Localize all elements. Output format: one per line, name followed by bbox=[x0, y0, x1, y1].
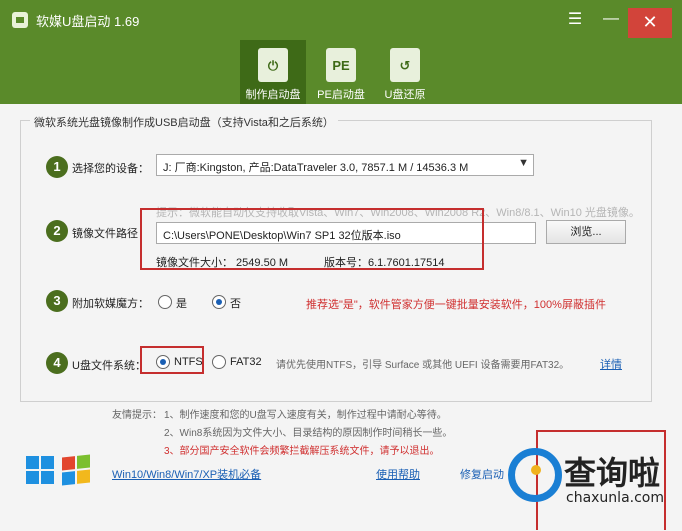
addon-no-label: 否 bbox=[230, 298, 241, 310]
step-2-badge: 2 bbox=[46, 220, 68, 242]
usb-power-icon: ⏻ bbox=[258, 48, 288, 82]
tab-pe-boot-disk[interactable]: PE PE启动盘 bbox=[308, 40, 374, 104]
window-title: 软媒U盘启动 1.69 bbox=[36, 14, 140, 29]
browse-button[interactable]: 浏览... bbox=[546, 220, 626, 244]
tab-label: PE启动盘 bbox=[317, 89, 365, 101]
app-logo-icon bbox=[12, 12, 28, 28]
tab-bar: ⏻ 制作启动盘 PE PE启动盘 ↺ U盘还原 bbox=[0, 40, 682, 104]
watermark-name: 查询啦 bbox=[564, 454, 661, 492]
tab-label: 制作启动盘 bbox=[245, 89, 301, 101]
fat32-radio[interactable] bbox=[212, 355, 226, 369]
filesystem-label: U盘文件系统： bbox=[72, 360, 146, 372]
addon-label: 附加软媒魔方： bbox=[72, 298, 149, 310]
addon-yes-radio[interactable] bbox=[158, 295, 172, 309]
pe-usb-icon: PE bbox=[326, 48, 356, 82]
tip-line-1: 1、制作速度和您的U盘写入速度有关，制作过程中请耐心等待。 bbox=[164, 410, 447, 421]
windows-install-link[interactable]: Win10/Win8/Win7/XP装机必备 bbox=[112, 466, 261, 482]
addon-yes-label: 是 bbox=[176, 298, 187, 310]
fat32-label: FAT32 bbox=[230, 356, 262, 368]
group-title: 微软系统光盘镜像制作成USB启动盘（支持Vista和之后系统） bbox=[30, 114, 338, 130]
windows-8-logo-icon bbox=[26, 456, 54, 484]
addon-no-radio[interactable] bbox=[212, 295, 226, 309]
image-path-label: 镜像文件路径 bbox=[72, 228, 138, 240]
minimize-button[interactable]: — bbox=[596, 10, 626, 32]
step-4-badge: 4 bbox=[46, 352, 68, 374]
repair-boot-link[interactable]: 修复启动 bbox=[460, 466, 504, 482]
tips-title: 友情提示： bbox=[112, 410, 162, 421]
highlight-box-ntfs bbox=[140, 346, 204, 374]
tab-make-boot-disk[interactable]: ⏻ 制作启动盘 bbox=[240, 40, 306, 104]
step-3-badge: 3 bbox=[46, 290, 68, 312]
watermark-url: chaxunla.com bbox=[566, 490, 664, 506]
step-1-badge: 1 bbox=[46, 156, 68, 178]
usb-restore-icon: ↺ bbox=[390, 48, 420, 82]
device-label: 选择您的设备： bbox=[72, 163, 149, 175]
device-select[interactable]: J: 厂商:Kingston, 产品:DataTraveler 3.0, 785… bbox=[156, 154, 534, 176]
help-link[interactable]: 使用帮助 bbox=[376, 466, 420, 482]
highlight-box-path bbox=[140, 208, 484, 270]
details-link[interactable]: 详情 bbox=[600, 356, 622, 372]
tip-line-3: 3、部分国产安全软件会频繁拦截解压系统文件，请予以退出。 bbox=[164, 446, 440, 457]
windows-7-logo-icon bbox=[62, 454, 90, 486]
chevron-down-icon: ▼ bbox=[518, 157, 529, 169]
close-button[interactable]: ✕ bbox=[628, 8, 672, 38]
tip-line-2: 2、Win8系统因为文件大小、目录结构的原因制作时间稍长一些。 bbox=[164, 428, 453, 439]
title-bar: 软媒U盘启动 1.69 ☰ — ✕ bbox=[0, 0, 682, 40]
device-select-value: J: 厂商:Kingston, 产品:DataTraveler 3.0, 785… bbox=[163, 162, 469, 174]
tab-label: U盘还原 bbox=[384, 89, 426, 101]
filesystem-hint: 请优先使用NTFS，引导 Surface 或其他 UEFI 设备需要用FAT32… bbox=[276, 360, 570, 371]
recommend-text: 推荐选"是"，软件管家方便一键批量安装软件，100%屏蔽插件 bbox=[306, 299, 606, 311]
watermark-logo-icon bbox=[508, 448, 562, 502]
tab-usb-restore[interactable]: ↺ U盘还原 bbox=[372, 40, 438, 104]
menu-button[interactable]: ☰ bbox=[560, 10, 590, 32]
main-panel: 微软系统光盘镜像制作成USB启动盘（支持Vista和之后系统） 1 选择您的设备… bbox=[0, 104, 682, 531]
